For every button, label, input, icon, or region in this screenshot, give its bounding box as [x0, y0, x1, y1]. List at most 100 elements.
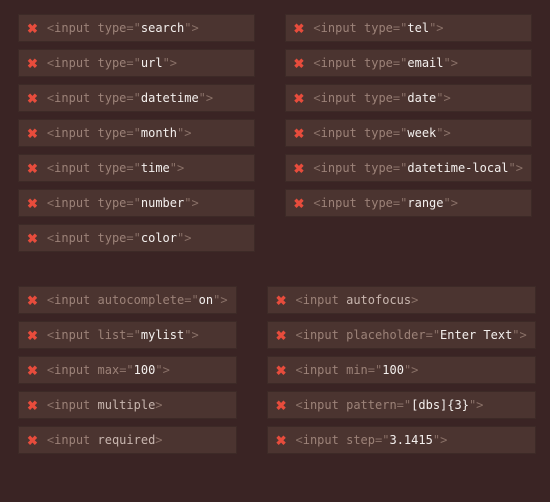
quote-close: " [512, 328, 519, 342]
feature-code: <input pattern="[dbs]{3}"> [296, 398, 484, 412]
angle-open: < [296, 398, 303, 412]
element-name: input [54, 91, 90, 105]
feature-code: <input type="week"> [313, 126, 450, 140]
cross-icon: ✖ [27, 162, 38, 175]
equals-sign: = [126, 56, 133, 70]
cross-icon: ✖ [27, 197, 38, 210]
feature-code: <input type="datetime-local"> [313, 161, 523, 175]
element-name: input [54, 433, 90, 447]
cross-icon: ✖ [276, 364, 287, 377]
angle-close: > [436, 21, 443, 35]
element-name: input [54, 196, 90, 210]
quote-close: " [509, 161, 516, 175]
angle-close: > [476, 398, 483, 412]
angle-close: > [451, 56, 458, 70]
feature-row: ✖<input type="tel"> [285, 14, 533, 42]
cross-icon: ✖ [294, 92, 305, 105]
element-name: input [54, 328, 90, 342]
attr-value: mylist [141, 328, 184, 342]
cross-icon: ✖ [27, 294, 38, 307]
quote-open: " [134, 91, 141, 105]
feature-row: ✖<input type="week"> [285, 119, 533, 147]
quote-open: " [134, 161, 141, 175]
angle-open: < [313, 56, 320, 70]
attr-value: 3.1415 [389, 433, 432, 447]
feature-row: ✖ <input autocomplete="on"> [18, 286, 237, 314]
feature-row: ✖ <input type="email"> [285, 49, 533, 77]
feature-code: <input max="100"> [47, 363, 170, 377]
feature-row: ✖ <input required> [18, 426, 237, 454]
angle-close: > [451, 196, 458, 210]
feature-code: <input type="search"> [47, 21, 199, 35]
attr-name: type [98, 21, 127, 35]
attr-value: Enter Text [440, 328, 512, 342]
quote-close: " [444, 56, 451, 70]
attr-name: type [98, 56, 127, 70]
cross-icon: ✖ [27, 399, 38, 412]
attr-name: required [98, 433, 156, 447]
feature-section: ✖<input type="search">✖<input type="tel"… [18, 14, 532, 252]
angle-close: > [444, 126, 451, 140]
attr-name: type [364, 56, 393, 70]
attr-value: 100 [382, 363, 404, 377]
feature-section: ✖<input autocomplete="on">✖<input autofo… [18, 286, 532, 454]
angle-open: < [313, 21, 320, 35]
cross-icon: ✖ [294, 57, 305, 70]
element-name: input [321, 56, 357, 70]
feature-code: <input multiple> [47, 398, 163, 412]
attr-name: type [98, 91, 127, 105]
attr-value: number [141, 196, 184, 210]
element-name: input [54, 21, 90, 35]
feature-row: ✖<input step="3.1415"> [267, 426, 536, 454]
quote-close: " [444, 196, 451, 210]
feature-row: ✖ <input type="datetime-local"> [285, 154, 533, 182]
element-name: input [54, 231, 90, 245]
element-name: input [303, 398, 339, 412]
attr-name: type [364, 126, 393, 140]
feature-code: <input type="email"> [313, 56, 458, 70]
angle-close: > [170, 56, 177, 70]
equals-sign: = [126, 161, 133, 175]
feature-row: ✖ <input min="100"> [267, 356, 536, 384]
angle-close: > [191, 196, 198, 210]
angle-close: > [155, 433, 162, 447]
equals-sign: = [126, 231, 133, 245]
quote-open: " [134, 328, 141, 342]
element-name: input [54, 398, 90, 412]
attr-value: [dbs]{3} [411, 398, 469, 412]
attr-name: type [364, 21, 393, 35]
attr-value: tel [407, 21, 429, 35]
cross-icon: ✖ [27, 434, 38, 447]
feature-code: <input required> [47, 433, 163, 447]
cross-icon: ✖ [294, 197, 305, 210]
angle-open: < [296, 363, 303, 377]
attr-name: min [346, 363, 368, 377]
feature-code: <input min="100"> [296, 363, 419, 377]
cross-icon: ✖ [294, 162, 305, 175]
element-name: input [54, 56, 90, 70]
feature-row: ✖<input type="search"> [18, 14, 255, 42]
feature-code: <input type="number"> [47, 196, 199, 210]
attr-value: time [141, 161, 170, 175]
equals-sign: = [126, 126, 133, 140]
angle-close: > [206, 91, 213, 105]
attr-name: multiple [98, 398, 156, 412]
element-name: input [303, 328, 339, 342]
equals-sign: = [126, 21, 133, 35]
attr-name: autofocus [346, 293, 411, 307]
element-name: input [321, 196, 357, 210]
feature-code: <input autocomplete="on"> [47, 293, 228, 307]
cross-icon: ✖ [27, 127, 38, 140]
feature-grid: ✖<input type="search">✖<input type="tel"… [18, 14, 532, 252]
feature-row: ✖<input placeholder="Enter Text"> [267, 321, 536, 349]
feature-code: <input type="date"> [313, 91, 450, 105]
equals-sign: = [368, 363, 375, 377]
feature-row: ✖<input type="time"> [18, 154, 255, 182]
attr-name: type [98, 161, 127, 175]
cross-icon: ✖ [276, 294, 287, 307]
attr-value: on [199, 293, 213, 307]
attr-value: datetime-local [407, 161, 508, 175]
attr-value: email [407, 56, 443, 70]
attr-name: type [364, 161, 393, 175]
angle-close: > [155, 398, 162, 412]
